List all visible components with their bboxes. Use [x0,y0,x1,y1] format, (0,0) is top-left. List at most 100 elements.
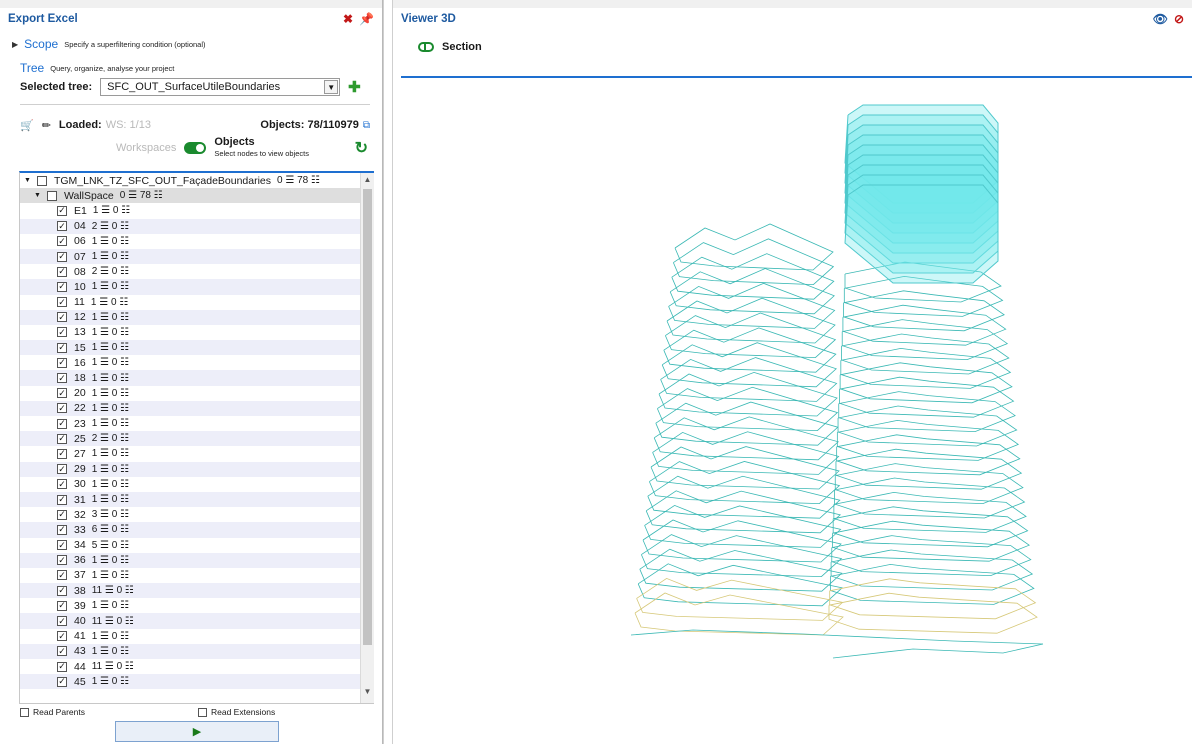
tree-item-row[interactable]: 22 1 ☰ 0 ☷ [20,400,360,416]
scroll-thumb[interactable] [363,189,372,645]
item-checkbox[interactable] [57,373,67,384]
tree-item-row[interactable]: 45 1 ☰ 0 ☷ [20,674,360,690]
read-parents-checkbox[interactable] [20,707,29,717]
item-checkbox[interactable] [57,661,67,672]
item-checkbox[interactable] [57,357,67,368]
item-checkbox[interactable] [57,479,67,490]
scope-row[interactable]: ▶ Scope Specify a superfiltering conditi… [0,34,382,54]
chevron-down-icon[interactable]: ▼ [324,80,339,94]
item-checkbox[interactable] [57,433,67,444]
item-checkbox[interactable] [57,418,67,429]
tree-item-row[interactable]: 37 1 ☰ 0 ☷ [20,568,360,583]
item-checkbox[interactable] [57,251,67,262]
item-checkbox[interactable] [57,297,67,308]
root-checkbox[interactable] [36,175,47,186]
section-toggle[interactable]: Section [418,41,482,53]
item-checkbox[interactable] [57,281,67,292]
refresh-icon[interactable]: ↻ [355,138,368,158]
expand-triangle-icon[interactable]: ▶ [12,40,18,49]
objects-title[interactable]: Objects [214,137,309,148]
tree-item-row[interactable]: 06 1 ☰ 0 ☷ [20,234,360,249]
item-checkbox[interactable] [57,236,67,247]
item-checkbox[interactable] [57,524,67,535]
object-tree[interactable]: ▼ TGM_LNK_TZ_SFC_OUT_FaçadeBoundaries 0 … [19,171,374,704]
item-checkbox[interactable] [57,342,67,353]
tree-root-row[interactable]: ▼ TGM_LNK_TZ_SFC_OUT_FaçadeBoundaries 0 … [20,173,360,189]
item-checkbox[interactable] [57,616,67,627]
scroll-up-icon[interactable]: ▲ [361,175,374,189]
tree-item-row[interactable]: 23 1 ☰ 0 ☷ [20,416,360,431]
panel-splitter[interactable] [383,0,393,744]
tree-item-row[interactable]: 20 1 ☰ 0 ☷ [20,386,360,401]
tree-item-row[interactable]: 38 11 ☰ 0 ☷ [20,583,360,599]
read-extensions-label[interactable]: Read Extensions [211,707,275,717]
eye-off-icon[interactable]: ⊘ [1174,12,1184,26]
eraser-icon[interactable]: ✏ [42,119,51,132]
section-icon[interactable] [418,42,434,52]
item-checkbox[interactable] [57,631,67,642]
item-checkbox[interactable] [57,600,67,611]
item-checkbox[interactable] [57,676,67,687]
section-label[interactable]: Section [442,41,482,53]
item-checkbox[interactable] [57,646,67,657]
caret-down-icon[interactable]: ▼ [34,192,41,199]
pin-icon[interactable]: 📌 [359,12,374,26]
tree-item-row[interactable]: 15 1 ☰ 0 ☷ [20,340,360,356]
tree-item-row[interactable]: 10 1 ☰ 0 ☷ [20,279,360,295]
selected-tree-dropdown[interactable]: SFC_OUT_SurfaceUtileBoundaries ▼ [100,78,341,96]
tree-item-row[interactable]: 11 1 ☰ 0 ☷ [20,295,360,310]
item-checkbox[interactable] [57,327,67,338]
tree-group-row[interactable]: ▼ WallSpace 0 ☰ 78 ☷ [20,188,360,204]
scope-link[interactable]: Scope [24,37,58,51]
tree-item-row[interactable]: 43 1 ☰ 0 ☷ [20,643,360,659]
tree-item-row[interactable]: 29 1 ☰ 0 ☷ [20,461,360,477]
copy-icon[interactable]: ⧉ [363,120,370,131]
tree-item-row[interactable]: 41 1 ☰ 0 ☷ [20,629,360,644]
eye-icon[interactable]: 👁 [1153,12,1168,26]
tree-scrollbar[interactable]: ▲ ▼ [360,173,374,703]
run-export-button[interactable]: ▶ [115,721,279,742]
group-checkbox[interactable] [46,190,57,201]
item-checkbox[interactable] [57,266,67,277]
item-checkbox[interactable] [57,540,67,551]
item-checkbox[interactable] [57,403,67,414]
tree-item-row[interactable]: 13 1 ☰ 0 ☷ [20,325,360,340]
item-checkbox[interactable] [57,388,67,399]
tree-item-row[interactable]: 31 1 ☰ 0 ☷ [20,491,360,508]
tree-item-row[interactable]: 32 3 ☰ 0 ☷ [20,507,360,522]
workspaces-label[interactable]: Workspaces [116,142,176,154]
add-icon[interactable]: ✚ [348,78,361,96]
tree-item-row[interactable]: 44 11 ☰ 0 ☷ [20,659,360,674]
read-parents-label[interactable]: Read Parents [33,707,85,717]
tree-item-row[interactable]: 08 2 ☰ 0 ☷ [20,264,360,279]
tree-item-row[interactable]: 33 6 ☰ 0 ☷ [20,522,360,538]
item-checkbox[interactable] [57,312,67,323]
tree-item-row[interactable]: 36 1 ☰ 0 ☷ [20,552,360,568]
item-checkbox[interactable] [57,221,67,232]
caret-down-icon[interactable]: ▼ [24,177,31,184]
tree-item-row[interactable]: 39 1 ☰ 0 ☷ [20,598,360,613]
close-icon[interactable]: ✖ [343,12,353,26]
cart-icon[interactable]: 🛒 [20,119,34,132]
tree-item-row[interactable]: 34 5 ☰ 0 ☷ [20,538,360,553]
read-extensions-checkbox[interactable] [198,707,207,717]
tree-item-row[interactable]: 27 1 ☰ 0 ☷ [20,446,360,461]
tree-item-row[interactable]: 04 2 ☰ 0 ☷ [20,218,360,234]
tree-link[interactable]: Tree [20,61,44,75]
workspaces-objects-toggle[interactable] [184,142,207,154]
tree-item-row[interactable]: 16 1 ☰ 0 ☷ [20,355,360,370]
tree-item-row[interactable]: 12 1 ☰ 0 ☷ [20,309,360,325]
item-checkbox[interactable] [57,464,67,475]
tree-item-row[interactable]: 18 1 ☰ 0 ☷ [20,370,360,386]
item-checkbox[interactable] [57,494,67,505]
item-checkbox[interactable] [57,509,67,520]
item-checkbox[interactable] [57,205,67,216]
3d-viewport[interactable] [393,78,1192,744]
item-checkbox[interactable] [57,555,67,566]
item-checkbox[interactable] [57,448,67,459]
tree-item-row[interactable]: 07 1 ☰ 0 ☷ [20,248,360,265]
tree-item-row[interactable]: E1 1 ☰ 0 ☷ [20,203,360,218]
item-checkbox[interactable] [57,585,67,596]
tree-item-row[interactable]: 30 1 ☰ 0 ☷ [20,477,360,492]
item-checkbox[interactable] [57,570,67,581]
